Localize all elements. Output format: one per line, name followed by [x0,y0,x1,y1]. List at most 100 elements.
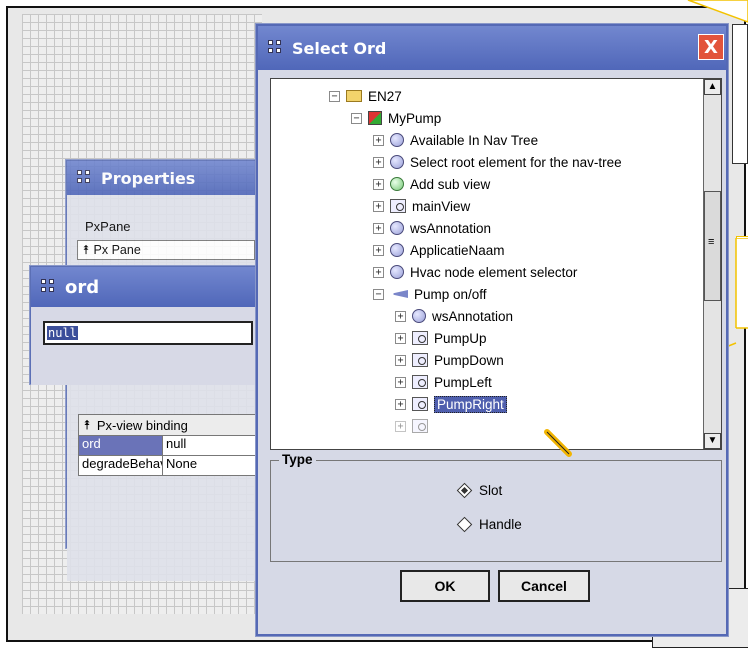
tree-item[interactable]: + PumpLeft [395,371,492,393]
note-box-top [732,24,748,164]
dialog-icon [268,40,284,56]
table-row[interactable]: ord null [78,436,268,456]
expand-icon[interactable]: + [395,398,406,410]
slot-icon [390,221,404,235]
select-ord-dialog: Select Ord X − EN27 − MyPump + Available… [256,24,728,636]
tree-item[interactable]: + wsAnnotation [395,305,513,327]
properties-icon [77,170,93,186]
pane-row-label: Px Pane [93,243,141,257]
pane-row[interactable]: ⯭ Px Pane [77,240,255,260]
vertical-scrollbar[interactable]: ▲ ≡ ▼ [703,79,721,449]
dialog-titlebar[interactable]: Select Ord [258,26,726,70]
expand-icon[interactable]: + [395,376,406,388]
pane-label: PxPane [85,219,131,234]
radio-handle-label: Handle [479,517,522,532]
view-icon [412,375,428,389]
slot-icon [390,177,404,191]
slot-icon [390,133,404,147]
view-icon [412,331,428,345]
ord-body: null [31,307,265,385]
tree-item[interactable]: + Select root element for the nav-tree [373,151,622,173]
callout-pointer-top [687,0,748,23]
scroll-up-button[interactable]: ▲ [704,79,721,95]
tree-item-label: Hvac node element selector [410,264,578,280]
ord-tree: − EN27 − MyPump + Available In Nav Tree … [270,78,722,450]
slot-icon [390,155,404,169]
tree-item-label: PumpRight [434,395,507,413]
binding-header-label: Px-view binding [96,417,188,433]
ord-title: ord [65,276,100,298]
expand-icon[interactable]: + [373,156,384,168]
collapse-icon[interactable]: − [329,90,340,102]
collapse-icon: ⯭ [82,242,90,257]
binding-value[interactable]: null [163,436,267,455]
radio-slot[interactable]: Slot [456,482,503,499]
grip-icon: ≡ [708,236,715,248]
radio-slot-label: Slot [479,483,503,498]
close-button[interactable]: X [698,34,724,60]
tree-item[interactable]: + ApplicatieNaam [373,239,505,261]
collapse-icon[interactable]: − [373,288,384,300]
expand-icon[interactable]: + [373,200,384,212]
ok-button[interactable]: OK [400,570,490,602]
view-icon [412,353,428,367]
properties-titlebar[interactable]: Properties [67,161,265,195]
tree-item-label: MyPump [388,110,442,126]
tree-item[interactable]: + Available In Nav Tree [373,129,538,151]
view-icon [412,397,428,411]
scroll-thumb[interactable]: ≡ [704,191,721,301]
expand-icon[interactable]: + [373,244,384,256]
type-legend: Type [279,452,316,467]
collapse-icon: ⯭ [83,417,91,432]
expand-icon[interactable]: + [373,178,384,190]
radio-handle[interactable]: Handle [456,516,522,533]
binding-value[interactable]: None [163,456,267,475]
collapse-icon[interactable]: − [351,112,362,124]
tree-item[interactable]: + Add sub view [373,173,490,195]
tree-item-mypump[interactable]: − MyPump [351,107,441,129]
tree-item-label: PumpDown [434,352,504,368]
properties-body: PxPane ⯭ Px Pane [67,195,265,581]
view-icon [412,419,428,433]
tree-item-label: PumpLeft [434,374,492,390]
binding-arrow-icon [390,290,408,298]
scroll-down-button[interactable]: ▼ [704,433,721,449]
ord-value: null [47,326,78,340]
ord-titlebar[interactable]: ord [31,267,265,307]
tree-item-en27[interactable]: − EN27 [329,85,402,107]
dialog-title: Select Ord [292,38,387,58]
tree-item-label: Pump on/off [414,286,487,302]
tree-item[interactable]: + PumpUp [395,327,487,349]
tree-item[interactable]: + wsAnnotation [373,217,491,239]
tree-item-label: Add sub view [410,176,491,192]
pencil-cursor-icon [544,429,572,457]
tree-item[interactable]: + PumpDown [395,349,504,371]
tree-item[interactable]: + mainView [373,195,470,217]
tree-item-label: Select root element for the nav-tree [410,154,622,170]
folder-icon [346,90,362,102]
ord-window-icon [41,279,57,295]
slot-icon [412,309,426,323]
binding-table: ⯭ Px-view binding ord null degradeBehavi … [78,414,268,476]
slot-icon [390,243,404,257]
tree-item-pump-onoff[interactable]: − Pump on/off [373,283,487,305]
tree-item[interactable]: + Hvac node element selector [373,261,577,283]
radio-unselected-icon [456,516,473,533]
expand-icon[interactable]: + [395,310,406,322]
expand-icon[interactable]: + [395,332,406,344]
tree-item-selected[interactable]: + PumpRight [395,393,507,415]
expand-icon[interactable]: + [373,134,384,146]
properties-title: Properties [101,168,196,188]
expand-icon[interactable]: + [373,222,384,234]
table-row[interactable]: degradeBehavi None [78,456,268,476]
tree-item-label: wsAnnotation [410,220,492,236]
binding-header[interactable]: ⯭ Px-view binding [78,414,268,436]
tree-item-label: EN27 [368,88,402,104]
expand-icon[interactable]: + [395,354,406,366]
cancel-button[interactable]: Cancel [498,570,590,602]
binding-key: ord [79,436,163,455]
expand-icon: + [395,420,406,432]
component-icon [368,111,382,125]
ord-input[interactable]: null [43,321,253,345]
expand-icon[interactable]: + [373,266,384,278]
